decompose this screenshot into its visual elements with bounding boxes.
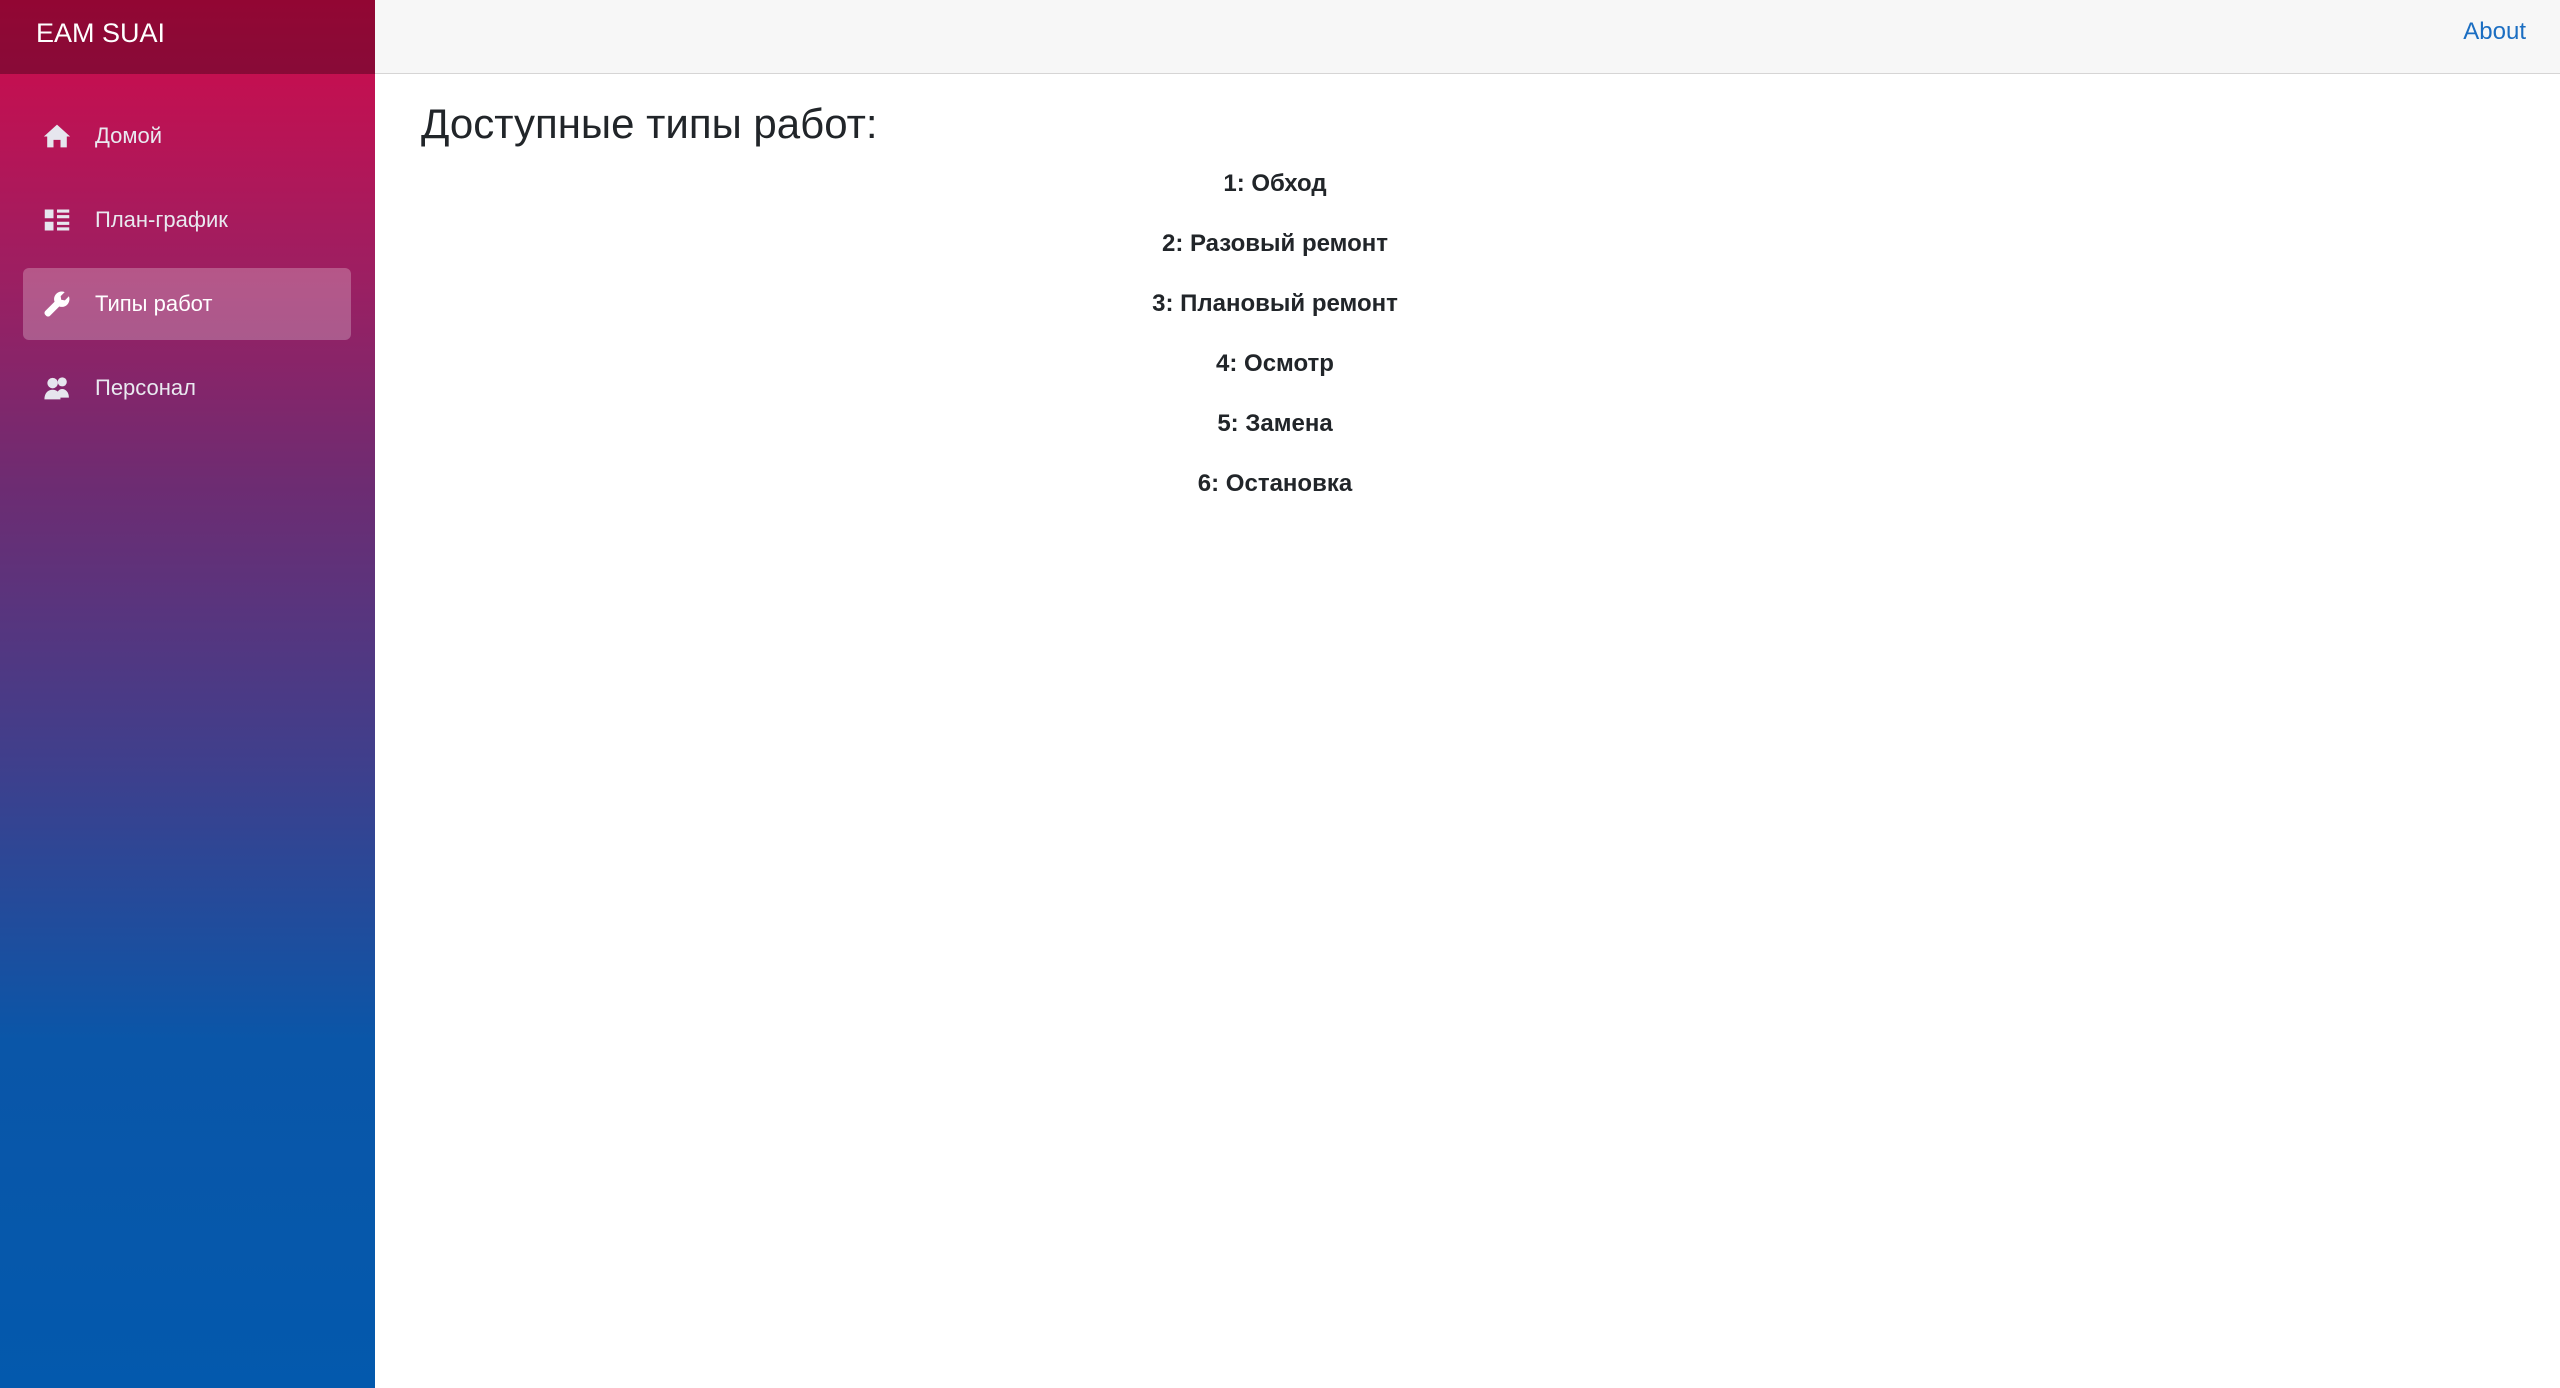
work-type-item: 4: Осмотр: [1216, 350, 1334, 377]
sidebar-item-label: План-график: [95, 207, 228, 232]
work-type-item: 2: Разовый ремонт: [1161, 230, 1389, 257]
top-bar: About: [375, 0, 2560, 74]
main-content: Доступные типы работ: 1: Обход 2: Разовы…: [375, 74, 2560, 1388]
sidebar-item-label: Типы работ: [95, 291, 213, 316]
sidebar-nav: Домой План-график Типы работ Персонал: [23, 100, 351, 436]
page-title: Доступные типы работ:: [421, 100, 878, 147]
work-type-item: 1: Обход: [1223, 170, 1327, 197]
sidebar-item-schedule[interactable]: План-график: [23, 184, 351, 256]
schedule-list-icon: [43, 206, 71, 234]
work-types-list: 1: Обход 2: Разовый ремонт 3: Плановый р…: [375, 164, 2175, 524]
work-type-item: 5: Замена: [1217, 410, 1333, 437]
home-icon: [43, 122, 71, 150]
sidebar-item-work-types[interactable]: Типы работ: [23, 268, 351, 340]
sidebar: EAM SUAI Домой План-график Типы работ Пе…: [0, 0, 375, 1388]
people-icon: [43, 374, 71, 402]
sidebar-item-home[interactable]: Домой: [23, 100, 351, 172]
app-root: EAM SUAI Домой План-график Типы работ Пе…: [0, 0, 2560, 1388]
brand-link[interactable]: EAM SUAI: [36, 16, 165, 50]
wrench-icon: [43, 290, 71, 318]
sidebar-item-label: Домой: [95, 123, 163, 148]
work-type-item: 6: Остановка: [1197, 470, 1353, 497]
sidebar-item-label: Персонал: [95, 375, 196, 400]
about-link[interactable]: About: [2463, 17, 2526, 47]
sidebar-item-personnel[interactable]: Персонал: [23, 352, 351, 424]
work-type-item: 3: Плановый ремонт: [1152, 290, 1398, 317]
brand-bar: EAM SUAI: [0, 0, 375, 74]
